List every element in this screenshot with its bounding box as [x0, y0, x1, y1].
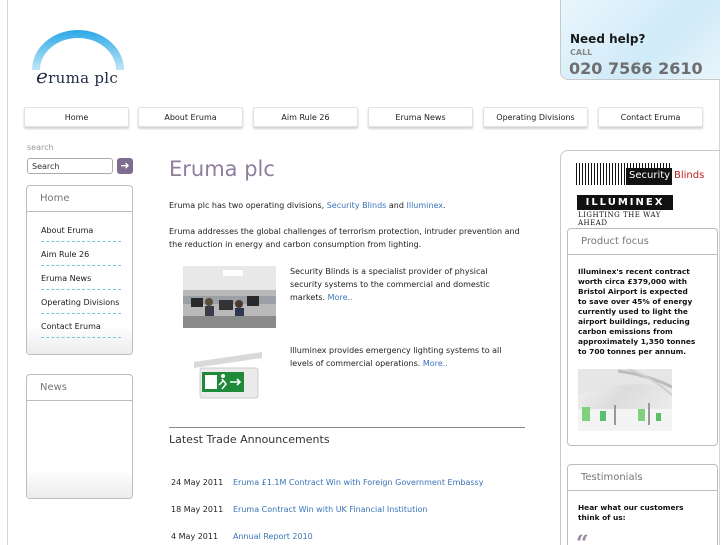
home-panel: Home About Eruma Aim Rule 26 Eruma News …	[26, 185, 133, 355]
home-panel-title[interactable]: Home	[27, 186, 132, 212]
product-focus-text: Illuminex's recent contract worth circa …	[578, 267, 696, 356]
nav-contact-eruma[interactable]: Contact Eruma	[598, 107, 703, 127]
testimonials-panel: Testimonials Hear what our customers thi…	[567, 464, 718, 545]
help-box: Need help? CALL 020 7566 2610	[560, 0, 720, 80]
nav-aim-rule-26[interactable]: Aim Rule 26	[253, 107, 358, 127]
panel-footer	[27, 470, 132, 498]
airport-photo-image	[578, 369, 672, 431]
announcement-link[interactable]: Eruma £1.1M Contract Win with Foreign Go…	[233, 478, 483, 487]
nav-eruma-news[interactable]: Eruma News	[368, 107, 473, 127]
illuminex-logo-word: ILLUMINEX	[577, 195, 673, 210]
testimonials-text: Hear what our customers think of us:	[578, 503, 684, 522]
news-panel: News	[26, 374, 133, 499]
nav-home[interactable]: Home	[24, 107, 129, 127]
sidebar-item-about-eruma[interactable]: About Eruma	[41, 226, 121, 242]
help-phone-number[interactable]: 020 7566 2610	[569, 59, 703, 78]
sidebar-item-contact-eruma[interactable]: Contact Eruma	[41, 322, 121, 338]
security-logo-word: Security	[626, 168, 672, 185]
quote-icon: “	[576, 531, 589, 545]
news-panel-title: News	[27, 375, 132, 401]
product-focus-title: Product focus	[568, 229, 717, 255]
security-more-link[interactable]: More..	[328, 293, 353, 302]
security-blinds-link[interactable]: Security Blinds	[327, 201, 387, 210]
announcement-link[interactable]: Eruma Contract Win with UK Financial Ins…	[233, 505, 427, 514]
announcement-date: 24 May 2011	[171, 478, 224, 487]
announcement-date: 18 May 2011	[171, 505, 224, 514]
announcement-date: 4 May 2011	[171, 532, 219, 541]
illuminex-tagline: LIGHTING THE WAY AHEAD	[578, 211, 661, 227]
search-input[interactable]	[27, 158, 113, 174]
blinds-logo-word: Blinds	[674, 170, 705, 181]
illuminex-link[interactable]: Illuminex	[407, 201, 443, 210]
sidebar-item-eruma-news[interactable]: Eruma News	[41, 274, 121, 290]
help-call-label: CALL	[570, 48, 593, 57]
arrow-right-icon: ➜	[120, 159, 130, 172]
product-focus-panel: Product focus Illuminex's recent contrac…	[567, 228, 718, 446]
announcement-link[interactable]: Annual Report 2010	[233, 532, 313, 541]
security-blinds-description: Security Blinds is a specialist provider…	[290, 267, 490, 302]
airport-photo	[578, 369, 672, 431]
announcements-title: Latest Trade Announcements	[169, 433, 330, 446]
nav-about-eruma[interactable]: About Eruma	[138, 107, 243, 127]
intro-paragraph: Eruma plc has two operating divisions, S…	[169, 201, 446, 210]
sidebar-item-aim-rule-26[interactable]: Aim Rule 26	[41, 250, 121, 266]
security-blinds-logo[interactable]: Security Blinds	[576, 163, 705, 185]
exit-sign-photo	[192, 348, 264, 400]
page-title: Eruma plc	[169, 157, 275, 181]
mission-paragraph: Eruma addresses the global challenges of…	[169, 227, 520, 249]
help-title: Need help?	[570, 32, 646, 46]
office-photo-image	[183, 266, 276, 328]
office-photo	[183, 266, 276, 328]
exit-sign-image	[194, 352, 262, 399]
main-nav: Home About Eruma Aim Rule 26 Eruma News …	[24, 107, 704, 129]
illuminex-description: Illuminex provides emergency lighting sy…	[290, 346, 502, 368]
search-label: search	[27, 143, 54, 152]
search-submit-button[interactable]: ➜	[117, 158, 133, 174]
illuminex-logo[interactable]: ILLUMINEX LIGHTING THE WAY AHEAD	[577, 195, 673, 227]
logo-wordmark: eruma plc	[36, 64, 119, 88]
nav-operating-divisions[interactable]: Operating Divisions	[483, 107, 588, 127]
sidebar-item-operating-divisions[interactable]: Operating Divisions	[41, 298, 121, 314]
eruma-logo[interactable]: eruma plc	[28, 28, 128, 88]
testimonials-title: Testimonials	[568, 465, 717, 491]
announcements-divider	[169, 427, 525, 428]
illuminex-more-link[interactable]: More..	[423, 359, 448, 368]
